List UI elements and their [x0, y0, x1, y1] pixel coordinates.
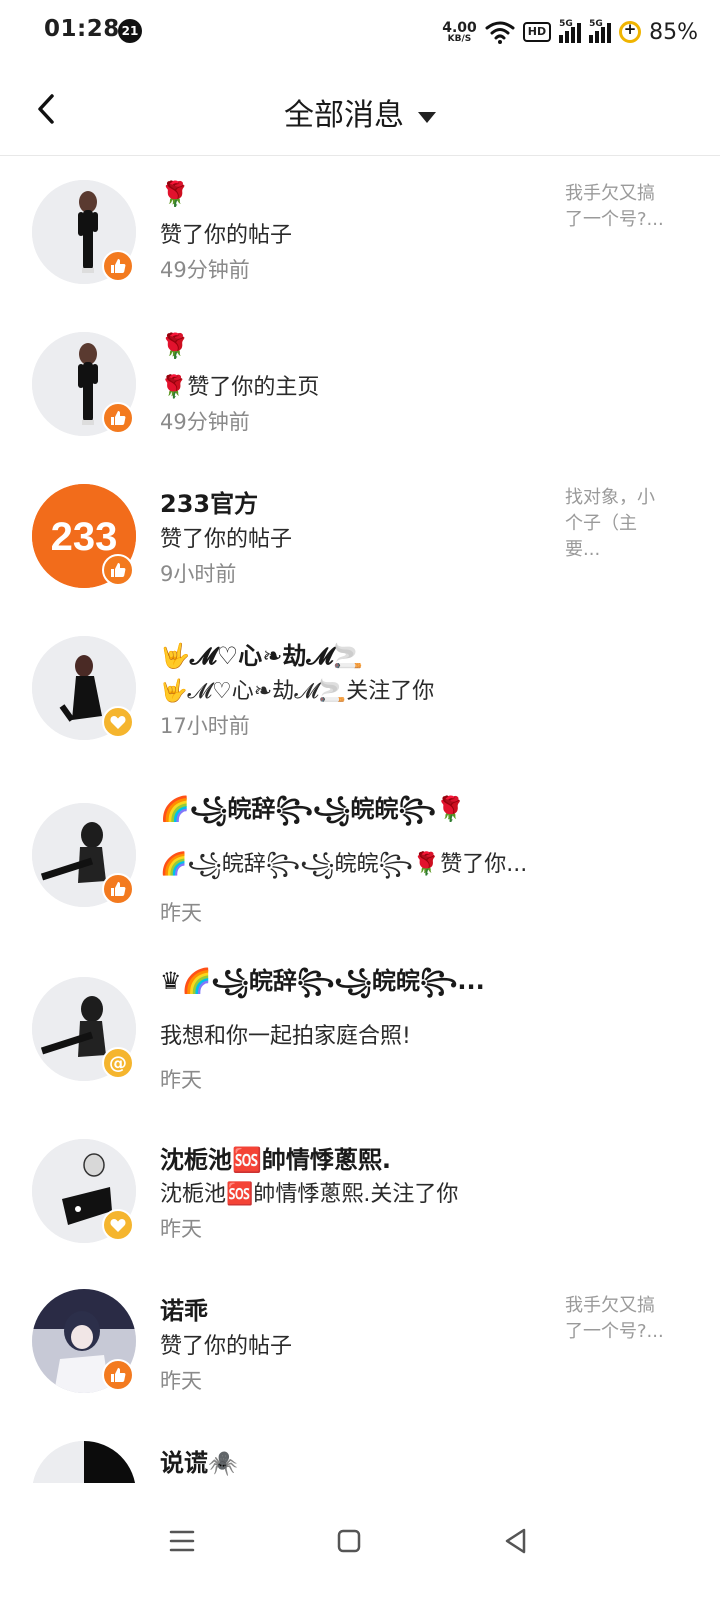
home-button[interactable] [319, 1511, 379, 1571]
message-text: 🌈꧁皖辞꧂꧁皖皖꧂🌹赞了你... [160, 852, 528, 877]
sender-name: 233官方 [160, 490, 259, 518]
message-time: 昨天 [160, 1217, 202, 1241]
mention-badge: @ [102, 1047, 134, 1079]
list-item[interactable]: 🤟𝓜♡心❧劫𝓜🚬 🤟𝓜♡心❧劫𝓜🚬关注了你 17小时前 [0, 613, 720, 765]
system-nav-bar [0, 1483, 720, 1611]
wifi-icon [485, 21, 515, 44]
signal-icon-sim1: 5G [559, 19, 582, 43]
square-home-icon [337, 1529, 361, 1553]
status-time: 01:28 [44, 16, 120, 42]
message-text: 沈栀池🆘帥情悸蔥熙.关注了你 [160, 1182, 459, 1207]
message-list[interactable]: 🌹 赞了你的帖子 49分钟前 我手欠又搞了一个号?... 🌹 🌹赞了你的主页 4… [0, 157, 720, 1483]
message-text: 🤟𝓜♡心❧劫𝓜🚬关注了你 [160, 679, 435, 704]
heart-icon [110, 1219, 126, 1232]
message-text: 我想和你一起拍家庭合照! [160, 1024, 411, 1049]
message-text: 🌹赞了你的主页 [160, 375, 320, 400]
app-header: 全部消息 [0, 64, 720, 156]
sender-name: 🌹 [160, 180, 190, 208]
thumbs-up-icon [111, 1368, 126, 1382]
list-item[interactable]: 说谎🕷️ [0, 1413, 720, 1483]
list-item[interactable]: 🌈꧁皖辞꧂꧁皖皖꧂🌹 🌈꧁皖辞꧂꧁皖皖꧂🌹赞了你... 昨天 [0, 765, 720, 937]
post-preview: 我手欠又搞了一个号?... [565, 183, 664, 230]
message-text: 赞了你的帖子 [160, 1334, 293, 1359]
official-logo-text: 233 [51, 515, 118, 559]
like-badge [102, 554, 134, 586]
sender-name: 🌹 [160, 332, 190, 360]
list-item[interactable]: 🌹 🌹赞了你的主页 49分钟前 [0, 309, 720, 461]
network-speed: 4.00 KB/S [442, 19, 477, 44]
thumbs-up-icon [111, 563, 126, 577]
message-time: 49分钟前 [160, 258, 250, 282]
post-preview: 我手欠又搞了一个号?... [565, 1295, 664, 1342]
like-badge [102, 1359, 134, 1391]
status-bar: 01:28 21 4.00 KB/S HD 5G 5G 85% [0, 0, 720, 64]
message-filter-dropdown[interactable]: 全部消息 [0, 90, 720, 134]
like-badge [102, 873, 134, 905]
message-time: 昨天 [160, 901, 202, 925]
sender-name: 沈栀池🆘帥情悸蔥熙. [160, 1146, 391, 1174]
like-badge [102, 250, 134, 282]
menu-icon [169, 1530, 195, 1552]
list-item[interactable]: 🌹 赞了你的帖子 49分钟前 我手欠又搞了一个号?... [0, 157, 720, 309]
sender-name: 诺乖 [160, 1297, 208, 1325]
post-preview: 找对象，小个子（主要... [565, 487, 655, 560]
message-time: 昨天 [160, 1068, 202, 1092]
sender-name: ♛🌈꧁皖辞꧂꧁皖皖꧂... [160, 967, 485, 995]
message-time: 昨天 [160, 1369, 202, 1393]
nav-back-button[interactable] [486, 1511, 546, 1571]
follow-badge [102, 1209, 134, 1241]
hd-voice-icon: HD [522, 22, 552, 42]
sender-name: 🤟𝓜♡心❧劫𝓜🚬 [160, 642, 364, 670]
triangle-back-icon [505, 1528, 526, 1554]
menu-button[interactable] [152, 1511, 212, 1571]
caret-down-icon [418, 112, 436, 123]
sender-name: 说谎🕷️ [160, 1449, 238, 1477]
message-time: 49分钟前 [160, 410, 250, 434]
list-item[interactable]: 233 233官方 赞了你的帖子 9小时前 找对象，小个子（主要... [0, 461, 720, 613]
list-item[interactable]: 诺乖 赞了你的帖子 昨天 我手欠又搞了一个号?... [0, 1261, 720, 1413]
message-time: 9小时前 [160, 562, 237, 586]
message-text: 赞了你的帖子 [160, 527, 293, 552]
follow-badge [102, 706, 134, 738]
signal-icon-sim2: 5G [589, 19, 612, 43]
status-icons: 4.00 KB/S HD 5G 5G 85% [442, 14, 698, 50]
heart-icon [110, 716, 126, 729]
message-text: 赞了你的帖子 [160, 223, 293, 248]
list-item[interactable]: @ ♛🌈꧁皖辞꧂꧁皖皖꧂... 我想和你一起拍家庭合照! 昨天 [0, 937, 720, 1109]
list-item[interactable]: 沈栀池🆘帥情悸蔥熙. 沈栀池🆘帥情悸蔥熙.关注了你 昨天 [0, 1109, 720, 1261]
sender-name: 🌈꧁皖辞꧂꧁皖皖꧂🌹 [160, 795, 466, 823]
notification-count-badge: 21 [118, 19, 142, 43]
message-time: 17小时前 [160, 714, 250, 738]
page-title: 全部消息 [284, 98, 404, 133]
thumbs-up-icon [111, 882, 126, 896]
battery-percent: 85% [649, 19, 698, 45]
like-badge [102, 402, 134, 434]
thumbs-up-icon [111, 259, 126, 273]
avatar[interactable] [32, 1441, 136, 1483]
thumbs-up-icon [111, 411, 126, 425]
battery-saver-icon [619, 20, 642, 43]
